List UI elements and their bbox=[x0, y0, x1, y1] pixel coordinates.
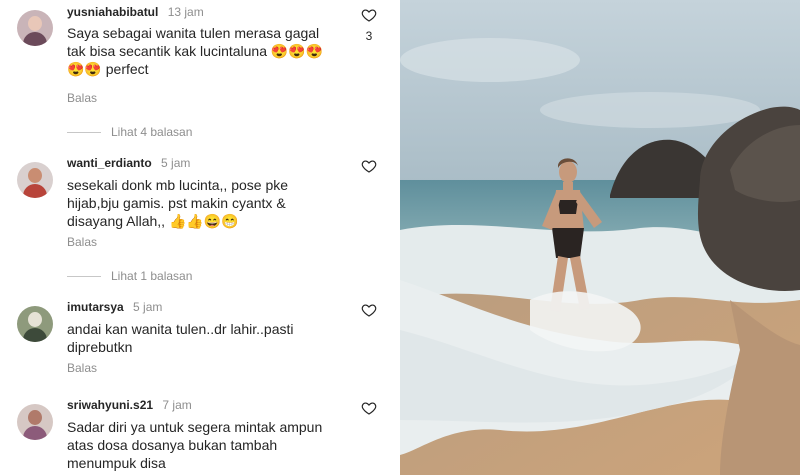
avatar[interactable] bbox=[17, 306, 53, 342]
comment-text-line: menumpuk disa bbox=[67, 455, 166, 471]
reply-button[interactable]: Balas bbox=[67, 235, 97, 249]
view-replies-label: Lihat 4 balasan bbox=[111, 125, 193, 139]
comment-text-line: andai kan wanita tulen..dr lahir..pasti bbox=[67, 321, 294, 337]
like-count: 3 bbox=[365, 29, 373, 43]
comment-time: 7 jam bbox=[162, 398, 192, 412]
comment-text-line: atas dosa dosanya bukan tambah bbox=[67, 437, 278, 453]
comment-item: yusniahabibatul 13 jam Saya sebagai wani… bbox=[0, 0, 400, 140]
comments-panel: yusniahabibatul 13 jam Saya sebagai wani… bbox=[0, 0, 400, 475]
comment-item: imutarsya 5 jam andai kan wanita tulen..… bbox=[0, 296, 400, 386]
avatar[interactable] bbox=[17, 404, 53, 440]
comment-text-line: disayang Allah,, 👍👍😄😁 bbox=[67, 213, 239, 229]
heart-outline-icon[interactable] bbox=[361, 158, 377, 174]
comment-text-line: 😍😍 perfect bbox=[67, 61, 149, 77]
comment-username[interactable]: yusniahabibatul bbox=[67, 5, 158, 19]
comment-text: Saya sebagai wanita tulen merasa gagal t… bbox=[67, 24, 352, 78]
comment-text-line: tak bisa secantik kak lucintaluna 😍😍😍 bbox=[67, 43, 324, 59]
divider-line bbox=[67, 132, 101, 134]
comment-username[interactable]: imutarsya bbox=[67, 300, 124, 314]
comment-item: wanti_erdianto 5 jam sesekali donk mb lu… bbox=[0, 152, 400, 286]
heart-outline-icon[interactable] bbox=[361, 400, 377, 416]
comment-time: 5 jam bbox=[161, 156, 191, 170]
heart-outline-icon[interactable] bbox=[361, 7, 377, 23]
reply-button[interactable]: Balas bbox=[67, 91, 97, 105]
comment-header: wanti_erdianto 5 jam bbox=[67, 156, 190, 170]
comment-text-line: Sadar diri ya untuk segera mintak ampun bbox=[67, 419, 323, 435]
view-replies-label: Lihat 1 balasan bbox=[111, 269, 193, 283]
comment-header: yusniahabibatul 13 jam bbox=[67, 5, 204, 19]
comment-text: andai kan wanita tulen..dr lahir..pasti … bbox=[67, 320, 352, 356]
avatar[interactable] bbox=[17, 162, 53, 198]
comment-text-line: diprebutkn bbox=[67, 339, 133, 355]
view-replies-button[interactable]: Lihat 4 balasan bbox=[67, 125, 192, 139]
comment-time: 13 jam bbox=[167, 5, 204, 19]
post-photo[interactable] bbox=[400, 0, 800, 475]
beach-photo-image bbox=[400, 0, 800, 475]
reply-button[interactable]: Balas bbox=[67, 361, 97, 375]
comment-time: 5 jam bbox=[133, 300, 163, 314]
comment-text: sesekali donk mb lucinta,, pose pke hija… bbox=[67, 176, 352, 230]
comment-header: sriwahyuni.s21 7 jam bbox=[67, 398, 192, 412]
avatar[interactable] bbox=[17, 10, 53, 46]
comment-username[interactable]: sriwahyuni.s21 bbox=[67, 398, 153, 412]
view-replies-button[interactable]: Lihat 1 balasan bbox=[67, 269, 192, 283]
heart-outline-icon[interactable] bbox=[361, 302, 377, 318]
comment-text-line: Saya sebagai wanita tulen merasa gagal bbox=[67, 25, 320, 41]
comment-username[interactable]: wanti_erdianto bbox=[67, 156, 152, 170]
divider-line bbox=[67, 276, 101, 278]
comment-text: Sadar diri ya untuk segera mintak ampun … bbox=[67, 418, 352, 472]
comment-header: imutarsya 5 jam bbox=[67, 300, 162, 314]
comment-item: sriwahyuni.s21 7 jam Sadar diri ya untuk… bbox=[0, 394, 400, 475]
comment-text-line: hijab,bju gamis. pst makin cyantx & bbox=[67, 195, 286, 211]
comment-text-line: sesekali donk mb lucinta,, pose pke bbox=[67, 177, 289, 193]
